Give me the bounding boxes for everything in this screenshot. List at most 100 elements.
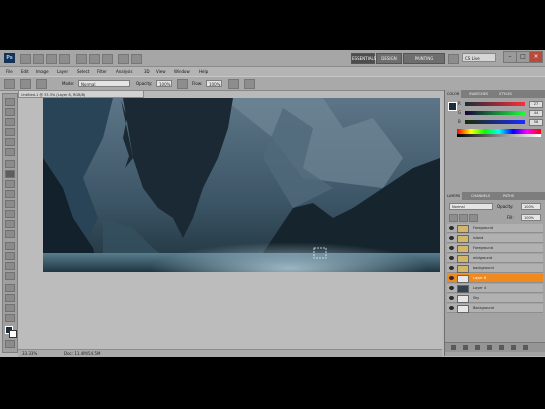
gradient-tool-icon[interactable] bbox=[5, 210, 15, 218]
dodge-tool-icon[interactable] bbox=[5, 230, 15, 238]
green-value[interactable]: 44 bbox=[529, 110, 543, 117]
layer-name[interactable]: Sky bbox=[473, 295, 479, 302]
layer-mask-icon[interactable] bbox=[475, 345, 480, 350]
layer-row[interactable]: Sky bbox=[447, 294, 543, 303]
opacity-input[interactable]: 100% bbox=[156, 80, 172, 87]
brush-panel-icon[interactable] bbox=[36, 79, 47, 89]
history-brush-tool-icon[interactable] bbox=[5, 190, 15, 198]
menu-help[interactable]: Help bbox=[199, 68, 208, 75]
menu-edit[interactable]: Edit bbox=[21, 68, 29, 75]
layer-row[interactable]: Background bbox=[447, 304, 543, 313]
tab-channels[interactable]: CHANNELS bbox=[469, 192, 492, 200]
delete-layer-icon[interactable] bbox=[523, 345, 528, 350]
red-value[interactable]: 27 bbox=[529, 101, 543, 108]
mode-select[interactable]: Normal bbox=[78, 80, 130, 87]
workspace-essentials-button[interactable]: ESSENTIALS bbox=[351, 53, 376, 64]
layer-row[interactable]: background bbox=[447, 264, 543, 273]
layer-row-selected[interactable]: Layer 8 bbox=[447, 274, 543, 283]
layer-style-icon[interactable] bbox=[463, 345, 468, 350]
menu-view[interactable]: View bbox=[156, 68, 166, 75]
type-tool-icon[interactable] bbox=[5, 252, 15, 260]
marquee-tool-icon[interactable] bbox=[5, 108, 15, 116]
hand-icon[interactable] bbox=[76, 54, 87, 64]
blend-mode-select[interactable]: Normal bbox=[449, 203, 493, 210]
pen-tool-icon[interactable] bbox=[5, 242, 15, 250]
3d-orbit-tool-icon[interactable] bbox=[5, 294, 15, 302]
flow-input[interactable]: 100% bbox=[206, 80, 222, 87]
layer-name[interactable]: Foreground bbox=[473, 225, 493, 232]
layer-row[interactable]: midground bbox=[447, 254, 543, 263]
crop-tool-icon[interactable] bbox=[5, 138, 15, 146]
visibility-eye-icon[interactable] bbox=[449, 276, 454, 280]
close-button[interactable]: × bbox=[529, 51, 543, 63]
workspace-more-icon[interactable] bbox=[448, 54, 459, 64]
layer-name[interactable]: Layer 4 bbox=[473, 285, 486, 292]
layer-opacity-input[interactable]: 100% bbox=[521, 203, 541, 210]
visibility-eye-icon[interactable] bbox=[449, 226, 454, 230]
visibility-eye-icon[interactable] bbox=[449, 266, 454, 270]
tab-swatches[interactable]: SWATCHES bbox=[467, 90, 490, 98]
eraser-tool-icon[interactable] bbox=[5, 200, 15, 208]
blue-value[interactable]: 58 bbox=[529, 119, 543, 126]
bridge-icon[interactable] bbox=[20, 54, 31, 64]
shape-tool-icon[interactable] bbox=[5, 272, 15, 280]
link-layers-icon[interactable] bbox=[451, 345, 456, 350]
visibility-eye-icon[interactable] bbox=[449, 246, 454, 250]
menu-3d[interactable]: 3D bbox=[144, 68, 150, 75]
visibility-eye-icon[interactable] bbox=[449, 306, 454, 310]
background-color-swatch[interactable] bbox=[9, 330, 17, 338]
grayscale-ramp[interactable] bbox=[457, 134, 541, 137]
eyedropper-tool-icon[interactable] bbox=[5, 148, 15, 156]
menu-window[interactable]: Window bbox=[174, 68, 190, 75]
new-layer-icon[interactable] bbox=[511, 345, 516, 350]
path-selection-tool-icon[interactable] bbox=[5, 262, 15, 270]
visibility-eye-icon[interactable] bbox=[449, 236, 454, 240]
layer-row[interactable]: Foreground bbox=[447, 224, 543, 233]
zoom-tool-icon[interactable] bbox=[5, 314, 15, 322]
layer-row[interactable]: island bbox=[447, 234, 543, 243]
maximize-button[interactable]: □ bbox=[516, 51, 530, 63]
adjustment-layer-icon[interactable] bbox=[487, 345, 492, 350]
lock-position-icon[interactable] bbox=[469, 214, 478, 222]
layer-row[interactable]: Layer 4 bbox=[447, 284, 543, 293]
visibility-eye-icon[interactable] bbox=[449, 256, 454, 260]
panel-foreground-swatch[interactable] bbox=[448, 102, 457, 111]
tablet-pressure-opacity-icon[interactable] bbox=[177, 79, 188, 89]
rotate-view-icon[interactable] bbox=[102, 54, 113, 64]
brush-size-icon[interactable] bbox=[20, 79, 31, 89]
lock-image-icon[interactable] bbox=[459, 214, 468, 222]
cs-live-search[interactable]: CS Live bbox=[462, 53, 496, 62]
canvas-artwork[interactable] bbox=[43, 98, 440, 272]
blue-slider[interactable] bbox=[465, 120, 525, 124]
fill-input[interactable]: 100% bbox=[521, 214, 541, 221]
green-slider[interactable] bbox=[465, 111, 525, 115]
visibility-eye-icon[interactable] bbox=[449, 296, 454, 300]
3d-rotate-tool-icon[interactable] bbox=[5, 284, 15, 292]
layer-name[interactable]: Foreground bbox=[473, 245, 493, 252]
layer-name[interactable]: Background bbox=[473, 305, 494, 312]
menu-image[interactable]: Image bbox=[36, 68, 49, 75]
layer-name[interactable]: Layer 8 bbox=[473, 275, 486, 282]
workspace-painting-button[interactable]: PAINTING bbox=[403, 53, 445, 64]
zoom-icon[interactable] bbox=[89, 54, 100, 64]
tab-color[interactable]: COLOR bbox=[445, 90, 462, 98]
screen-mode-icon[interactable] bbox=[131, 54, 142, 64]
brush-tool-icon[interactable] bbox=[5, 170, 15, 178]
red-slider[interactable] bbox=[465, 102, 525, 106]
tablet-pressure-size-icon[interactable] bbox=[244, 79, 255, 89]
layer-name[interactable]: island bbox=[473, 235, 483, 242]
brush-preset-icon[interactable] bbox=[4, 79, 15, 89]
airbrush-icon[interactable] bbox=[228, 79, 239, 89]
blur-tool-icon[interactable] bbox=[5, 220, 15, 228]
view-extras-icon[interactable] bbox=[46, 54, 57, 64]
layer-name[interactable]: midground bbox=[473, 255, 492, 262]
menu-layer[interactable]: Layer bbox=[57, 68, 68, 75]
zoom-level-icon[interactable] bbox=[59, 54, 70, 64]
document-tab[interactable]: Untitled-1 @ 33.3% (Layer 8, RGB/8) bbox=[18, 90, 144, 98]
mini-bridge-icon[interactable] bbox=[33, 54, 44, 64]
menu-select[interactable]: Select bbox=[77, 68, 89, 75]
menu-filter[interactable]: Filter bbox=[97, 68, 107, 75]
tab-layers[interactable]: LAYERS bbox=[445, 192, 463, 200]
move-tool-icon[interactable] bbox=[5, 98, 15, 106]
clone-stamp-tool-icon[interactable] bbox=[5, 180, 15, 188]
